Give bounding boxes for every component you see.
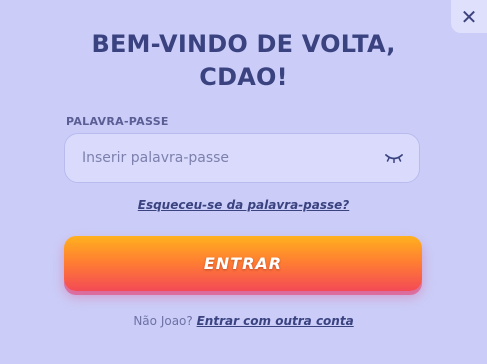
forgot-password-link[interactable]: Esqueceu-se da palavra-passe? [0, 198, 487, 212]
switch-account-prefix: Não Joao? [133, 314, 193, 328]
close-icon[interactable]: ✕ [461, 5, 478, 29]
eye-closed-icon[interactable] [385, 153, 403, 163]
title-line-2: CDAO! [199, 63, 288, 91]
enter-button-label: ENTRAR [203, 254, 283, 273]
login-modal: ✕ BEM-VINDO DE VOLTA, CDAO! PALAVRA-PASS… [0, 0, 487, 364]
switch-account-row: Não Joao? Entrar com outra conta [0, 314, 487, 328]
password-label: PALAVRA-PASSE [66, 115, 169, 128]
password-input[interactable] [65, 134, 385, 182]
switch-account-link[interactable]: Entrar com outra conta [197, 314, 354, 328]
title-line-1: BEM-VINDO DE VOLTA, [91, 30, 396, 58]
page-title: BEM-VINDO DE VOLTA, CDAO! [0, 28, 487, 94]
password-field-container [64, 133, 420, 183]
enter-button[interactable]: ENTRAR [64, 236, 422, 291]
